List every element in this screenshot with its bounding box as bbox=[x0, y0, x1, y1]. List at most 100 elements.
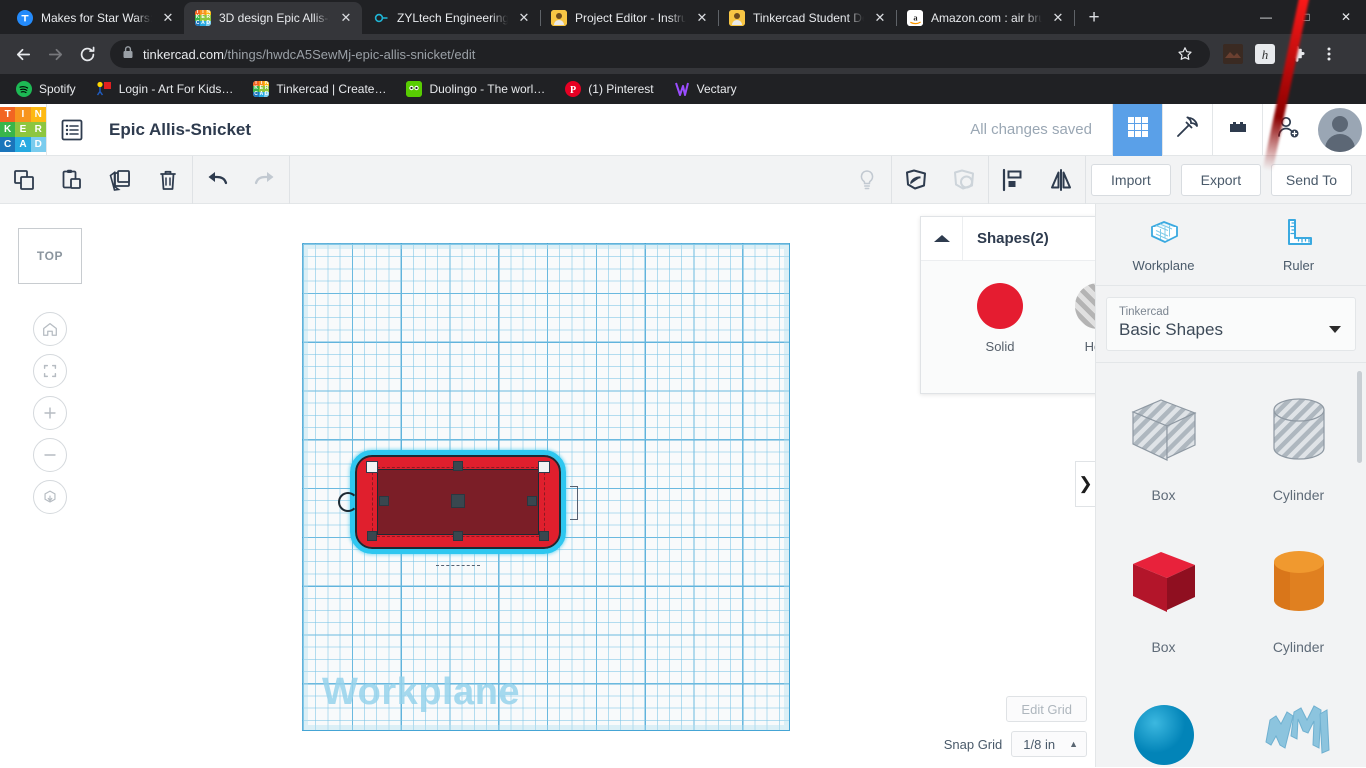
edge-handle-left[interactable] bbox=[379, 496, 389, 506]
grid-view-button[interactable] bbox=[1112, 103, 1162, 156]
bookmark-artforkids[interactable]: Login - Art For Kids… bbox=[88, 78, 242, 100]
bookmark-tinkercad[interactable]: TIN KER CAD Tinkercad | Create… bbox=[245, 78, 394, 100]
solid-swatch[interactable] bbox=[977, 283, 1023, 329]
chevron-up-icon[interactable] bbox=[921, 216, 963, 261]
zoom-in-button[interactable] bbox=[33, 396, 67, 430]
corner-handle-br[interactable] bbox=[539, 531, 549, 541]
browser-tab-1[interactable]: Makes for Star Wars: Clo ✕ bbox=[6, 2, 185, 34]
ungroup-shapes-icon[interactable] bbox=[940, 156, 988, 204]
puzzle-extension-icon[interactable] bbox=[1282, 39, 1312, 69]
shapes-panel-title: Shapes(2) bbox=[977, 230, 1049, 247]
shape-grid-scrollbar[interactable] bbox=[1357, 371, 1362, 463]
design-canvas[interactable]: Workplane Shapes(2) Solid H Edit Grid Sn… bbox=[100, 204, 1095, 767]
bookmark-vectary[interactable]: Vectary bbox=[666, 78, 745, 100]
address-bar[interactable]: tinkercad.com/things/hwdcA5SewMj-epic-al… bbox=[110, 40, 1210, 68]
honey-extension-icon[interactable]: h bbox=[1250, 39, 1280, 69]
shape-item-sphere-blue[interactable] bbox=[1096, 677, 1231, 767]
align-icon[interactable] bbox=[989, 156, 1037, 204]
back-button[interactable] bbox=[8, 39, 38, 69]
list-menu-icon[interactable] bbox=[47, 104, 97, 156]
bookmark-duolingo[interactable]: Duolingo - The worl… bbox=[398, 78, 553, 100]
browser-tab-5[interactable]: Tinkercad Student Desig ✕ bbox=[718, 2, 897, 34]
workplane-icon bbox=[1147, 216, 1181, 253]
minimize-window-button[interactable]: — bbox=[1246, 0, 1286, 34]
shape-mode-solid[interactable]: Solid bbox=[977, 283, 1023, 393]
new-tab-button[interactable]: + bbox=[1080, 4, 1108, 32]
bookmark-star-icon[interactable] bbox=[1172, 41, 1198, 67]
shape-item-cylinder-hole[interactable]: Cylinder bbox=[1231, 373, 1366, 525]
extension-thumbnail-icon[interactable] bbox=[1218, 39, 1248, 69]
spotify-icon bbox=[16, 81, 32, 97]
send-to-button[interactable]: Send To bbox=[1270, 163, 1352, 196]
snap-grid-select[interactable]: 1/8 in ▲ bbox=[1011, 731, 1087, 757]
undo-arrow-icon[interactable] bbox=[193, 156, 241, 204]
shape-library-select[interactable]: Tinkercad Basic Shapes bbox=[1106, 297, 1356, 351]
group-shapes-icon[interactable] bbox=[892, 156, 940, 204]
shape-item-text[interactable] bbox=[1231, 677, 1366, 767]
sidebar-item-workplane[interactable]: Workplane bbox=[1096, 204, 1231, 285]
ortho-perspective-button[interactable] bbox=[33, 480, 67, 514]
edge-handle-top[interactable] bbox=[453, 461, 463, 471]
tab-close-button[interactable]: ✕ bbox=[160, 10, 176, 26]
tab-close-button[interactable]: ✕ bbox=[872, 10, 888, 26]
tab-close-button[interactable]: ✕ bbox=[1050, 10, 1066, 26]
shape-item-box-hole[interactable]: Box bbox=[1096, 373, 1231, 525]
blocks-button[interactable] bbox=[1212, 103, 1262, 156]
zoom-out-button[interactable] bbox=[33, 438, 67, 472]
forward-button[interactable] bbox=[40, 39, 70, 69]
import-button[interactable]: Import bbox=[1090, 163, 1171, 196]
shape-mode-hole[interactable]: Hole bbox=[1075, 283, 1095, 393]
browser-omnibar: tinkercad.com/things/hwdcA5SewMj-epic-al… bbox=[0, 34, 1366, 74]
corner-handle-tr[interactable] bbox=[538, 461, 550, 473]
chrome-menu-icon[interactable] bbox=[1314, 39, 1344, 69]
home-view-button[interactable] bbox=[33, 312, 67, 346]
corner-handle-bl[interactable] bbox=[367, 531, 377, 541]
browser-tab-4[interactable]: Project Editor - Instructa ✕ bbox=[540, 2, 719, 34]
tab-close-button[interactable]: ✕ bbox=[694, 10, 710, 26]
codeblocks-button[interactable] bbox=[1162, 103, 1212, 156]
artforkids-icon bbox=[96, 81, 112, 97]
edge-handle-bottom[interactable] bbox=[453, 531, 463, 541]
omnibox-icons bbox=[1172, 41, 1198, 67]
corner-handle-tl[interactable] bbox=[366, 461, 378, 473]
shape-item-cylinder-orange[interactable]: Cylinder bbox=[1231, 525, 1366, 677]
maximize-window-button[interactable]: □ bbox=[1286, 0, 1326, 34]
invite-people-button[interactable] bbox=[1262, 103, 1312, 156]
hole-swatch[interactable] bbox=[1075, 283, 1095, 329]
view-cube[interactable]: TOP bbox=[18, 228, 82, 284]
browser-tab-2-active[interactable]: TIN KER CAD 3D design Epic Allis-Snic ✕ bbox=[184, 2, 362, 34]
mirror-icon[interactable] bbox=[1037, 156, 1085, 204]
rotate-handle[interactable] bbox=[338, 492, 358, 512]
bookmark-pinterest[interactable]: P (1) Pinterest bbox=[557, 78, 661, 100]
duplicate-button[interactable] bbox=[96, 156, 144, 204]
selected-shape[interactable] bbox=[338, 450, 578, 566]
sidebar-item-ruler[interactable]: Ruler bbox=[1231, 204, 1366, 285]
zyltech-icon bbox=[373, 10, 389, 26]
browser-tab-6[interactable]: a Amazon.com : air brush ✕ bbox=[896, 2, 1075, 34]
tab-close-button[interactable]: ✕ bbox=[516, 10, 532, 26]
avatar[interactable] bbox=[1318, 107, 1362, 152]
tab-close-button[interactable]: ✕ bbox=[338, 10, 354, 26]
browser-tab-3[interactable]: ZYLtech Engineering, LLC ✕ bbox=[362, 2, 541, 34]
edge-handle-right[interactable] bbox=[527, 496, 537, 506]
export-button[interactable]: Export bbox=[1180, 163, 1261, 196]
paste-button[interactable] bbox=[48, 156, 96, 204]
bookmark-spotify[interactable]: Spotify bbox=[8, 78, 84, 100]
copy-button[interactable] bbox=[0, 156, 48, 204]
close-window-button[interactable]: ✕ bbox=[1326, 0, 1366, 34]
tinkercad-logo[interactable]: T I N K E R C A D bbox=[0, 106, 46, 153]
shape-item-box-red[interactable]: Box bbox=[1096, 525, 1231, 677]
lightbulb-icon[interactable] bbox=[843, 156, 891, 204]
reload-button[interactable] bbox=[72, 39, 102, 69]
collapse-sidebar-button[interactable]: ❯ bbox=[1075, 461, 1095, 507]
trash-icon[interactable] bbox=[144, 156, 192, 204]
redo-arrow-icon[interactable] bbox=[241, 156, 289, 204]
shape-library-grid[interactable]: Box Cylinder Box Cylinder bbox=[1096, 362, 1366, 767]
ruler-icon bbox=[1282, 216, 1316, 253]
logo-letter: C bbox=[0, 137, 16, 153]
svg-text:h: h bbox=[1262, 47, 1269, 62]
edit-grid-button[interactable]: Edit Grid bbox=[1006, 696, 1087, 722]
page-title[interactable]: Epic Allis-Snicket bbox=[109, 120, 251, 140]
fit-view-button[interactable] bbox=[33, 354, 67, 388]
height-handle-center[interactable] bbox=[451, 494, 465, 508]
